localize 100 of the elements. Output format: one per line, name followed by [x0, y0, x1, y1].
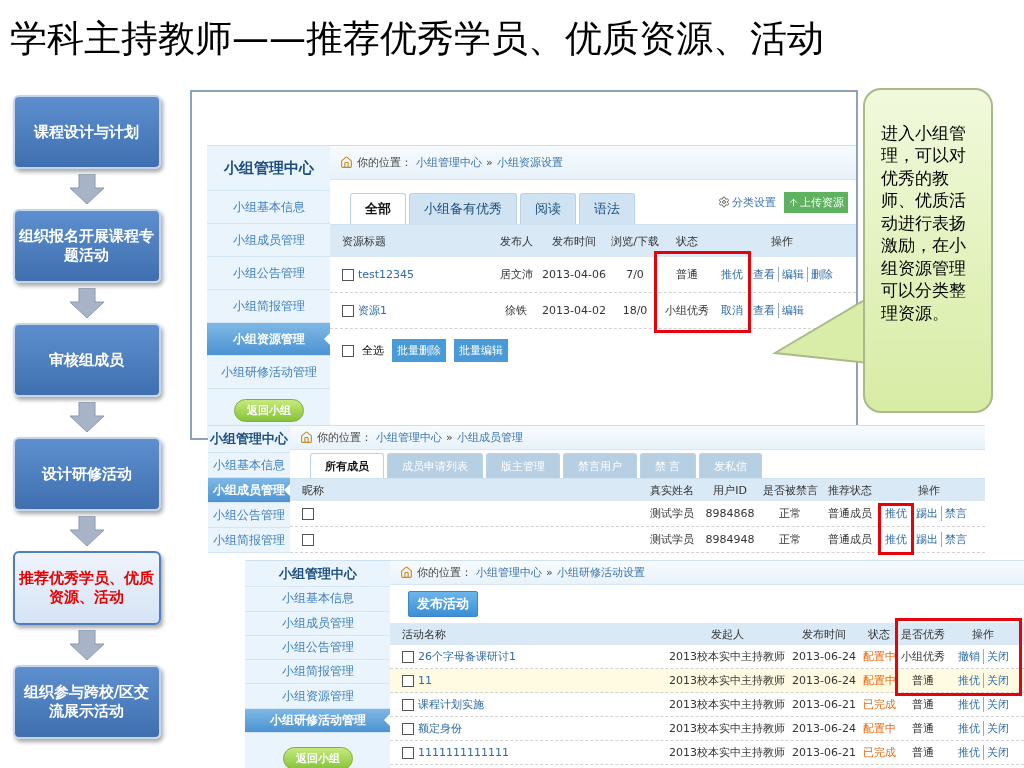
action-link[interactable]: 删除 [807, 267, 836, 282]
column-header: 真实姓名 [650, 482, 694, 498]
breadcrumb-link[interactable]: 小组研修活动设置 [556, 565, 645, 580]
table-cell: 2013-04-02 [542, 304, 606, 317]
tab[interactable]: 全部 [350, 193, 406, 224]
table-cell: 正常 [779, 532, 801, 547]
breadcrumb-link[interactable]: 小组成员管理 [456, 430, 523, 445]
table-cell: 测试学员 [650, 506, 694, 521]
title-link[interactable]: 额定身份 [418, 721, 462, 736]
action-link[interactable]: 编辑 [778, 303, 807, 318]
batch-button[interactable]: 批量删除 [392, 339, 446, 362]
breadcrumb-link[interactable]: 小组管理中心 [416, 155, 482, 170]
table-cell: 2013-06-21 [792, 698, 856, 711]
column-header: 发起人 [710, 626, 744, 642]
select-all-label: 全选 [362, 343, 384, 358]
tab[interactable]: 所有成员 [310, 453, 384, 478]
tab[interactable]: 语法 [579, 193, 635, 224]
title-link[interactable]: test12345 [358, 268, 415, 281]
breadcrumb-link[interactable]: 小组管理中心 [376, 430, 442, 445]
home-icon [400, 566, 413, 579]
table-cell: 2013校本实中主持教师 [669, 721, 785, 736]
table-cell: 测试学员 [650, 532, 694, 547]
status-text: 配置中 [862, 721, 896, 736]
action-link[interactable]: 编辑 [778, 267, 807, 282]
checkbox[interactable] [342, 268, 354, 281]
action-link[interactable]: 推优 [954, 745, 983, 760]
title-link[interactable]: 资源1 [358, 303, 387, 318]
checkbox[interactable] [402, 698, 414, 711]
breadcrumb-link[interactable]: 小组管理中心 [476, 565, 542, 580]
table-cell: 居文沛 [499, 267, 533, 282]
home-icon [300, 431, 313, 444]
action-link[interactable]: 推优 [954, 673, 983, 688]
table-cell: 普通 [676, 267, 698, 282]
checkbox[interactable] [402, 650, 414, 663]
title-link[interactable]: 26个字母备课研讨1 [418, 649, 516, 664]
column-header: 发布人 [499, 233, 533, 249]
table-cell: 普通 [912, 745, 934, 760]
action-link[interactable]: 关闭 [982, 697, 1012, 712]
breadcrumb-link[interactable]: 小组资源设置 [496, 155, 563, 170]
column-header: 是否被禁言 [762, 482, 818, 498]
column-header: 昵称 [302, 482, 324, 498]
action-link[interactable]: 禁言 [941, 506, 970, 521]
action-link[interactable]: 禁言 [941, 532, 970, 547]
checkbox[interactable] [302, 507, 314, 520]
action-link[interactable]: 推优 [882, 532, 910, 547]
action-link[interactable]: 撤销 [954, 649, 983, 664]
table-cell: 徐铁 [505, 303, 527, 318]
down-arrow-icon [69, 402, 104, 432]
checkbox[interactable] [402, 674, 414, 687]
column-header: 操作 [918, 482, 940, 498]
slide-title: 学科主持教师——推荐优秀学员、优质资源、活动 [9, 16, 825, 62]
breadcrumb-separator: » [446, 431, 453, 444]
action-link[interactable]: 推优 [954, 721, 983, 736]
action-link[interactable]: 踢出 [913, 532, 941, 547]
batch-button[interactable]: 批量编辑 [454, 339, 508, 362]
location-label: 你的位置： [317, 430, 372, 445]
table-cell: 2013校本实中主持教师 [669, 745, 785, 760]
column-header: 发布时间 [802, 626, 846, 642]
checkbox[interactable] [342, 304, 354, 317]
column-header: 资源标题 [342, 233, 386, 249]
table-cell: 2013校本实中主持教师 [669, 649, 785, 664]
title-link[interactable]: 课程计划实施 [418, 697, 484, 712]
settings-icon [718, 196, 730, 208]
column-header: 状态 [868, 626, 890, 642]
action-link[interactable]: 查看 [750, 267, 778, 282]
column-header: 推荐状态 [828, 482, 872, 498]
down-arrow-icon [69, 516, 104, 546]
action-link[interactable]: 取消 [718, 303, 746, 318]
flow-step: 审核组成员 [12, 323, 161, 397]
checkbox[interactable] [302, 533, 314, 546]
flow-step: 组织参与跨校/区交流展示活动 [12, 665, 161, 739]
tab[interactable]: 阅读 [520, 193, 576, 224]
action-link[interactable]: 关闭 [982, 673, 1012, 688]
table-cell: 2013-06-24 [792, 674, 856, 687]
action-link[interactable]: 关闭 [982, 649, 1012, 664]
table-cell: 2013-04-06 [542, 268, 606, 281]
title-link[interactable]: 1111111111111 [418, 746, 509, 759]
action-link[interactable]: 推优 [718, 267, 746, 282]
column-header: 发布时间 [552, 233, 596, 249]
action-link[interactable]: 推优 [882, 506, 910, 521]
action-link[interactable]: 关闭 [982, 721, 1012, 736]
column-header: 是否优秀 [901, 626, 945, 642]
checkbox[interactable] [402, 722, 414, 735]
checkbox[interactable] [342, 344, 354, 357]
action-link[interactable]: 关闭 [982, 745, 1012, 760]
action-link[interactable]: 踢出 [913, 506, 941, 521]
location-label: 你的位置： [357, 155, 412, 170]
action-link[interactable]: 推优 [954, 697, 983, 712]
category-settings-link[interactable]: 分类设置 [718, 194, 776, 210]
action-link[interactable]: 查看 [750, 303, 778, 318]
table-cell: 8984948 [705, 533, 755, 546]
column-header: 状态 [676, 233, 698, 249]
table-cell: 7/0 [626, 268, 644, 281]
title-link[interactable]: 11 [418, 674, 432, 687]
checkbox[interactable] [402, 746, 414, 759]
table-cell: 普通 [912, 721, 934, 736]
table-cell: 2013-06-21 [792, 746, 856, 759]
tab[interactable]: 小组备有优秀 [409, 193, 517, 224]
table-cell: 2013-06-24 [792, 650, 856, 663]
table-cell: 18/0 [622, 304, 648, 317]
